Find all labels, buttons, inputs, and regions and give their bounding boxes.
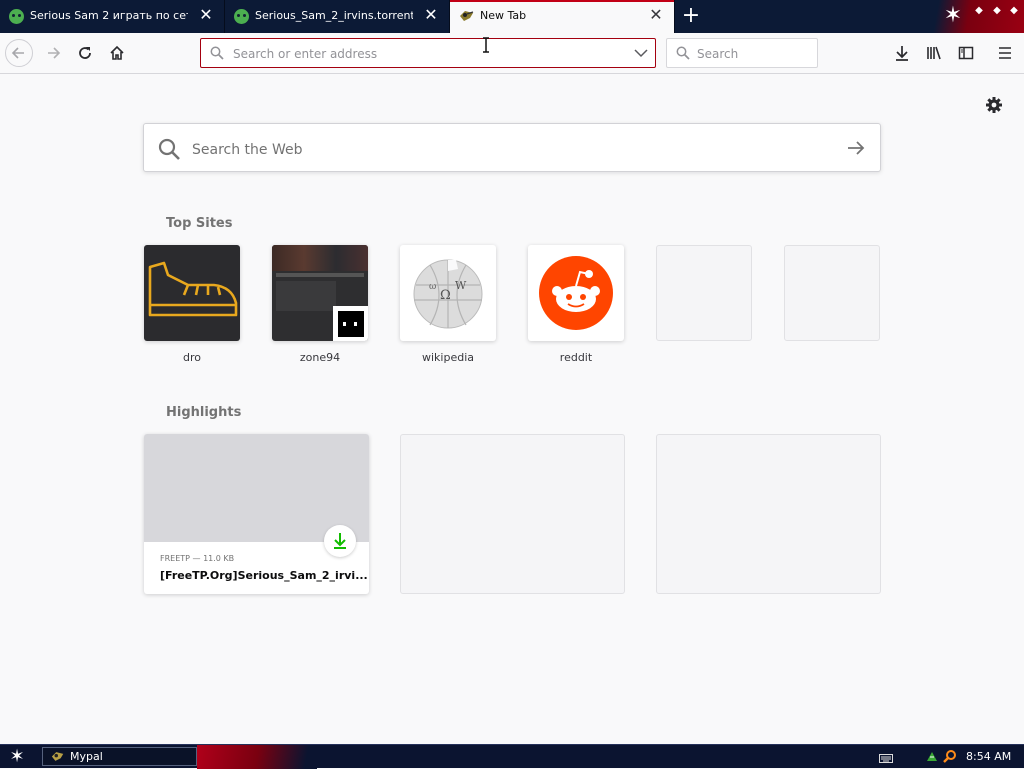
tab-strip: Serious Sam 2 играть по сети и и ✕ Serio… (0, 0, 1024, 33)
taskbar-item-mypal[interactable]: Mypal (42, 747, 197, 766)
tab-new-tab[interactable]: New Tab ✕ (450, 0, 675, 33)
forward-button[interactable] (39, 39, 67, 67)
web-search-input[interactable] (190, 138, 794, 162)
highlight-card[interactable]: FREETP — 11.0 KB [FreeTP.Org]Serious_Sam… (144, 434, 369, 594)
download-icon (334, 533, 346, 549)
highlight-title: [FreeTP.Org]Serious_Sam_2_irvi... (160, 569, 368, 582)
zone94-favicon-icon (338, 311, 364, 337)
start-button[interactable]: ✶ (6, 747, 28, 767)
close-tab-icon[interactable]: ✕ (198, 7, 214, 23)
taskbar: ✶ Mypal 8:54 AM (0, 744, 1024, 769)
alien-favicon-icon (9, 9, 24, 24)
svg-text:ω: ω (429, 282, 436, 292)
favicon-badge (333, 306, 368, 341)
top-site-tile-wikipedia[interactable]: Ω W ω (400, 245, 496, 341)
reddit-logo-icon (539, 256, 613, 330)
hamburger-menu-icon (999, 47, 1011, 59)
close-window-icon[interactable]: ◆ (1007, 4, 1021, 18)
tab-title: New Tab (480, 9, 527, 22)
highlight-card-empty (656, 434, 881, 594)
download-badge (324, 525, 356, 557)
taskbar-item-label: Mypal (70, 750, 103, 763)
home-icon (110, 45, 124, 60)
top-site-tile-reddit[interactable] (528, 245, 624, 341)
wikipedia-globe-icon: Ω W ω (413, 259, 483, 329)
network-tray-icon[interactable] (925, 749, 939, 763)
url-input[interactable] (233, 46, 613, 62)
mypal-favicon-icon (459, 9, 475, 23)
tab-title: Serious_Sam_2_irvins.torrent ска (255, 9, 413, 22)
svg-text:W: W (455, 279, 467, 292)
boot-logo-icon (148, 261, 238, 317)
gear-icon (986, 97, 1002, 113)
library-button[interactable] (920, 39, 948, 67)
sidebar-button[interactable] (952, 39, 980, 67)
highlights-heading: Highlights (166, 405, 242, 420)
maximize-icon[interactable]: ◆ (990, 4, 1004, 18)
tab-title: Serious Sam 2 играть по сети и и (30, 9, 188, 22)
top-site-tile-empty[interactable] (656, 245, 752, 341)
highlight-meta: FREETP — 11.0 KB (160, 554, 235, 563)
back-button[interactable] (5, 39, 33, 67)
reload-button[interactable] (71, 39, 99, 67)
back-arrow-icon (11, 47, 24, 59)
reload-icon (79, 47, 91, 59)
keyboard-icon[interactable] (879, 752, 893, 763)
search-icon (210, 46, 224, 60)
new-tab-button[interactable]: + (678, 3, 704, 29)
top-site-label[interactable]: dro (144, 351, 240, 364)
top-site-tile-empty[interactable] (784, 245, 880, 341)
sidebar-icon (958, 46, 974, 60)
search-icon (676, 46, 690, 60)
tab-serious-sam-2[interactable]: Serious Sam 2 играть по сети и и ✕ (0, 0, 225, 33)
downloads-button[interactable] (888, 39, 916, 67)
svg-text:Ω: Ω (440, 288, 451, 303)
close-tab-icon[interactable]: ✕ (648, 7, 664, 23)
tab-torrent[interactable]: Serious_Sam_2_irvins.torrent ска ✕ (225, 0, 450, 33)
screenshot-header (272, 245, 368, 271)
home-button[interactable] (103, 39, 131, 67)
search-icon (158, 138, 180, 160)
star-emblem-icon: ✶ (943, 3, 963, 28)
dropdown-chevron-icon[interactable] (634, 48, 648, 58)
top-site-label[interactable]: reddit (528, 351, 624, 364)
top-site-label[interactable]: wikipedia (400, 351, 496, 364)
menu-button[interactable] (991, 39, 1019, 67)
close-tab-icon[interactable]: ✕ (423, 7, 439, 23)
screenshot-menu (276, 273, 364, 277)
highlight-card-empty (400, 434, 625, 594)
url-bar[interactable] (200, 38, 656, 68)
screenshot-body (276, 281, 336, 311)
library-icon (927, 46, 941, 60)
navigation-toolbar (0, 33, 1024, 74)
search-tray-icon[interactable] (943, 749, 957, 763)
mypal-app-icon (51, 752, 64, 761)
taskbar-clock: 8:54 AM (966, 750, 1012, 763)
top-site-tile-dro[interactable] (144, 245, 240, 341)
minimize-icon[interactable]: ◆ (972, 4, 986, 18)
alien-favicon-icon (234, 9, 249, 24)
forward-arrow-icon (48, 47, 61, 59)
top-site-label[interactable]: zone94 (272, 351, 368, 364)
download-icon (896, 46, 908, 61)
search-submit-arrow-icon[interactable] (847, 140, 865, 156)
taskbar-decoration (197, 745, 317, 769)
search-input[interactable] (697, 46, 807, 62)
text-cursor-icon (483, 37, 489, 53)
search-bar[interactable] (666, 38, 818, 68)
top-sites-heading: Top Sites (166, 216, 233, 231)
top-site-tile-zone94[interactable] (272, 245, 368, 341)
customize-settings-button[interactable] (984, 95, 1004, 115)
web-search-box[interactable] (143, 123, 881, 172)
